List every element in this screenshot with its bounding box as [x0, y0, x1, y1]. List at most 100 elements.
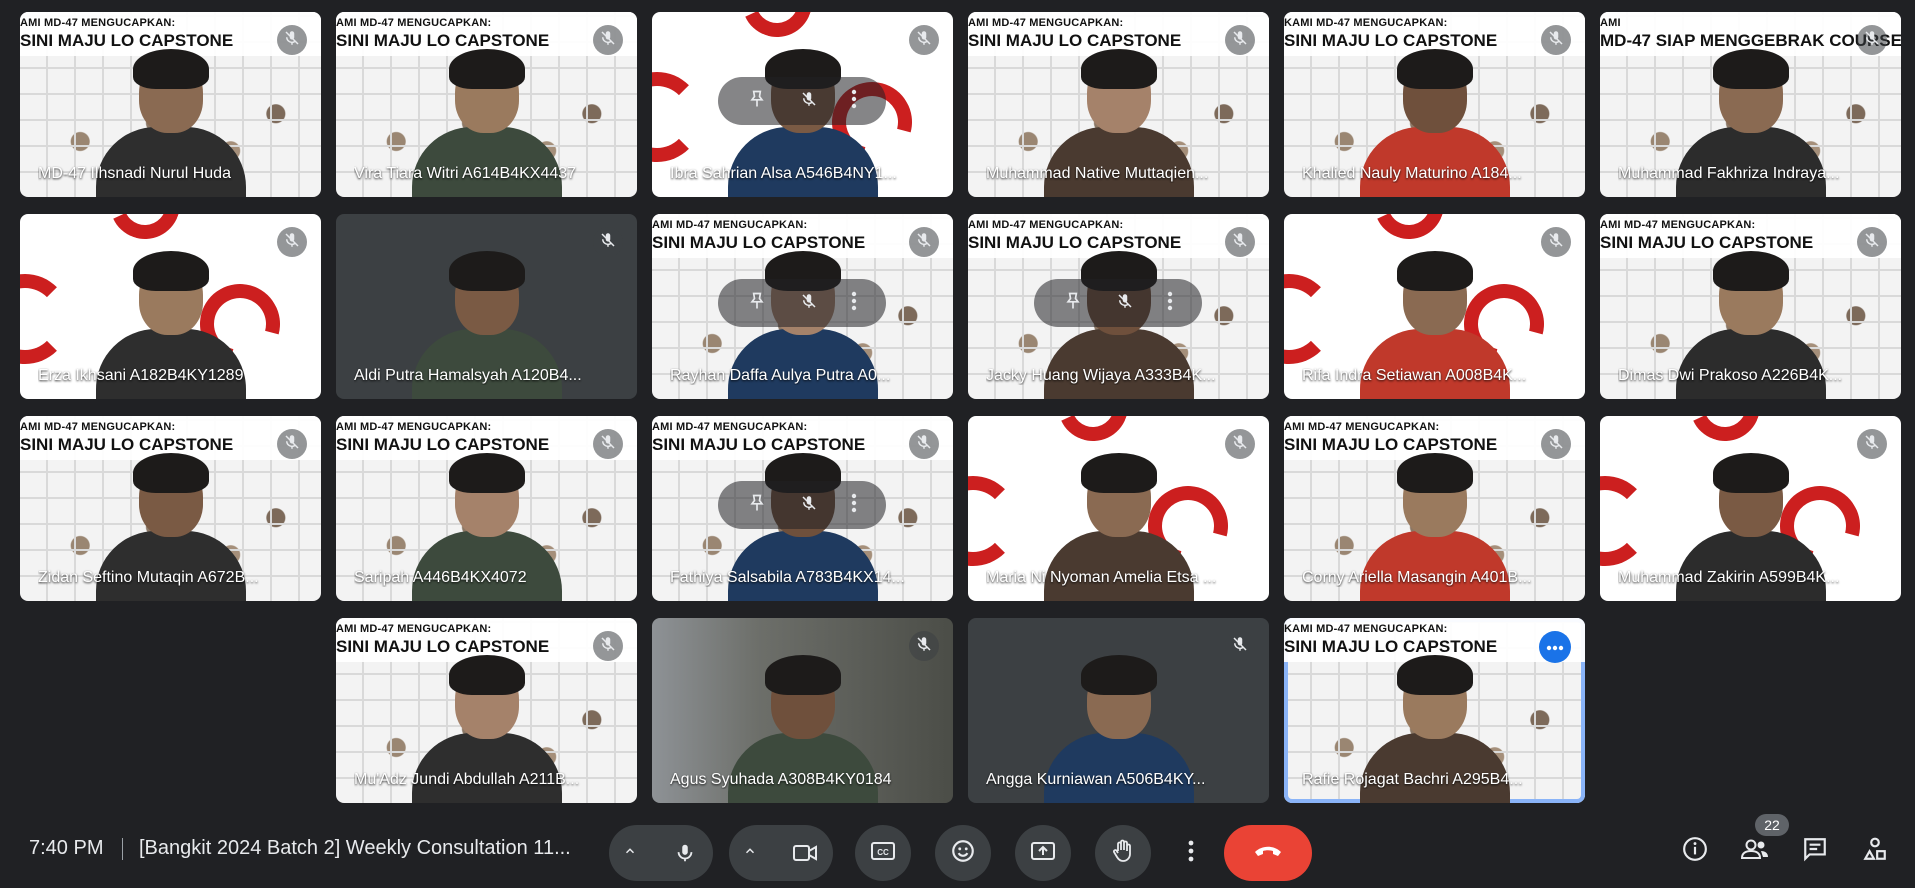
tile-hover-controls — [718, 77, 886, 125]
chat-button[interactable] — [1798, 834, 1832, 868]
people-button[interactable] — [1738, 834, 1772, 868]
pin-icon[interactable] — [747, 493, 767, 518]
chevron-up-icon[interactable] — [743, 844, 757, 863]
participant-tile[interactable]: AMI MD-47 MENGUCAPKAN: SINI MAJU LO CAPST… — [968, 214, 1269, 399]
pin-icon[interactable] — [747, 89, 767, 114]
mic-off-icon[interactable] — [800, 292, 818, 315]
participant-name: Muhammad Zakirin A599B4K... — [1618, 569, 1840, 586]
more-options-icon[interactable] — [851, 89, 857, 114]
mic-off-icon — [1863, 433, 1881, 456]
more-options-icon[interactable] — [851, 291, 857, 316]
participant-name: Fathiya Salsabila A783B4KX14... — [670, 569, 905, 586]
participant-tile[interactable]: AMI MD-47 MENGUCAPKAN: SINI MAJU LO CAPST… — [652, 416, 953, 601]
more-options-icon[interactable] — [1167, 291, 1173, 316]
raise-hand-button[interactable] — [1095, 825, 1151, 881]
participant-tile[interactable]: AMI MD-47 MENGUCAPKAN: SINI MAJU LO CAPST… — [20, 416, 321, 601]
banner-top-text: AMI MD-47 MENGUCAPKAN: — [336, 17, 492, 29]
participant-name: Muhammad Native Muttaqien... — [986, 165, 1209, 182]
muted-indicator — [277, 429, 307, 459]
pin-icon[interactable] — [747, 291, 767, 316]
banner-main-text: SINI MAJU LO CAPSTONE — [968, 233, 1182, 252]
participant-tile[interactable]: AMI MD-47 MENGUCAPKAN: SINI MAJU LO CAPST… — [336, 416, 637, 601]
participant-tile[interactable]: Rifa Indra Setiawan A008B4K... — [1284, 214, 1585, 399]
mic-off-icon — [1231, 635, 1249, 658]
brand-shape — [732, 12, 822, 47]
participant-tile[interactable]: Angga Kurniawan A506B4KY... — [968, 618, 1269, 803]
chevron-up-icon[interactable] — [623, 844, 637, 863]
muted-indicator — [1225, 227, 1255, 257]
mic-off-icon — [599, 231, 617, 254]
end-call-button[interactable] — [1224, 825, 1312, 881]
participant-tile[interactable]: Ibra Sahrian Alsa A546B4NY1... — [652, 12, 953, 197]
participant-tile[interactable]: Erza Ikhsani A182B4KY1289 — [20, 214, 321, 399]
participant-tile[interactable]: Aldi Putra Hamalsyah A120B4... — [336, 214, 637, 399]
muted-indicator — [909, 631, 939, 661]
mic-icon[interactable] — [665, 833, 705, 873]
chat-icon — [1802, 836, 1828, 867]
participant-tile[interactable]: AMI MD-47 MENGUCAPKAN: SINI MAJU LO CAPST… — [1600, 214, 1901, 399]
camera-icon[interactable] — [785, 833, 825, 873]
camera-control[interactable] — [729, 825, 833, 881]
muted-indicator — [1541, 429, 1571, 459]
mic-off-icon[interactable] — [800, 90, 818, 113]
banner-top-text: AMI MD-47 MENGUCAPKAN: — [1600, 219, 1756, 231]
participant-name: Vira Tiara Witri A614B4KX4437 — [354, 165, 577, 182]
meeting-details-button[interactable] — [1678, 834, 1712, 868]
participant-tile[interactable]: AMI MD-47 MENGUCAPKAN: SINI MAJU LO CAPST… — [336, 618, 637, 803]
muted-indicator — [1857, 429, 1887, 459]
more-options-button[interactable] — [1171, 825, 1211, 881]
emoji-button[interactable] — [935, 825, 991, 881]
mic-off-icon[interactable] — [1116, 292, 1134, 315]
meeting-title[interactable]: [Bangkit 2024 Batch 2] Weekly Consultati… — [139, 837, 571, 860]
banner-main-text: SINI MAJU LO CAPSTONE — [652, 435, 866, 454]
captions-icon: CC — [870, 840, 896, 867]
participant-tile[interactable]: KAMI MD-47 MENGUCAPKAN: SINI MAJU LO CAPS… — [1284, 12, 1585, 197]
participant-name: Erza Ikhsani A182B4KY1289 — [38, 367, 244, 384]
tile-hover-controls — [718, 279, 886, 327]
muted-indicator — [593, 25, 623, 55]
banner-top-text: AMI MD-47 MENGUCAPKAN: — [652, 421, 808, 433]
activities-button[interactable] — [1858, 834, 1892, 868]
muted-indicator — [277, 25, 307, 55]
present-button[interactable] — [1015, 825, 1071, 881]
participant-tile[interactable]: AMI MD-47 MENGUCAPKAN: SINI MAJU LO CAPST… — [968, 12, 1269, 197]
raise-hand-icon — [1111, 838, 1135, 869]
participant-tile[interactable]: AMI MD-47 MENGUCAPKAN: SINI MAJU LO CAPST… — [20, 12, 321, 197]
participant-tile[interactable]: Agus Syuhada A308B4KY0184 — [652, 618, 953, 803]
banner-main-text: SINI MAJU LO CAPSTONE — [1284, 31, 1498, 50]
captions-button[interactable]: CC — [855, 825, 911, 881]
banner-top-text: AMI MD-47 MENGUCAPKAN: — [968, 17, 1124, 29]
banner-main-text: SINI MAJU LO CAPSTONE — [336, 435, 550, 454]
participant-tile[interactable]: KAMI MD-47 MENGUCAPKAN: SINI MAJU LO CAPS… — [1284, 618, 1585, 803]
info-icon — [1682, 836, 1708, 867]
banner-top-text: AMI MD-47 MENGUCAPKAN: — [336, 623, 492, 635]
muted-indicator — [593, 227, 623, 257]
banner-top-text: AMI — [1600, 17, 1621, 29]
mic-off-icon — [915, 635, 933, 658]
participant-tile[interactable]: AMI MD-47 MENGUCAPKAN: SINI MAJU LO CAPST… — [1284, 416, 1585, 601]
mic-off-icon[interactable] — [800, 494, 818, 517]
banner-main-text: SINI MAJU LO CAPSTONE — [1600, 233, 1814, 252]
brand-shape — [1364, 214, 1454, 249]
participant-name: Dimas Dwi Prakoso A226B4K... — [1618, 367, 1843, 384]
more-options-icon[interactable] — [851, 493, 857, 518]
mic-off-icon — [1863, 231, 1881, 254]
emoji-icon — [950, 838, 976, 869]
participant-tile[interactable]: AMI MD-47 MENGUCAPKAN: SINI MAJU LO CAPST… — [336, 12, 637, 197]
tile-hover-controls — [1034, 279, 1202, 327]
microphone-control[interactable] — [609, 825, 713, 881]
pin-icon[interactable] — [1063, 291, 1083, 316]
participant-tile[interactable]: AMI MD-47 MENGUCAPKAN: SINI MAJU LO CAPST… — [652, 214, 953, 399]
meeting-controls-bar: 7:40 PM [Bangkit 2024 Batch 2] Weekly Co… — [0, 810, 1915, 888]
participant-name: Saripah A446B4KX4072 — [354, 569, 527, 586]
brand-shape — [968, 476, 1018, 566]
participant-count-badge: 22 — [1755, 814, 1789, 836]
speaking-indicator — [1539, 631, 1571, 663]
mic-off-icon — [1863, 29, 1881, 52]
banner-top-text: AMI MD-47 MENGUCAPKAN: — [1284, 421, 1440, 433]
participant-tile[interactable]: AMI MD-47 SIAP MENGGEBRAK COURSE DICODING… — [1600, 12, 1901, 197]
muted-indicator — [1541, 227, 1571, 257]
banner-top-text: AMI MD-47 MENGUCAPKAN: — [968, 219, 1124, 231]
participant-tile[interactable]: Maria Ni Nyoman Amelia Etsa ... — [968, 416, 1269, 601]
participant-tile[interactable]: Muhammad Zakirin A599B4K... — [1600, 416, 1901, 601]
